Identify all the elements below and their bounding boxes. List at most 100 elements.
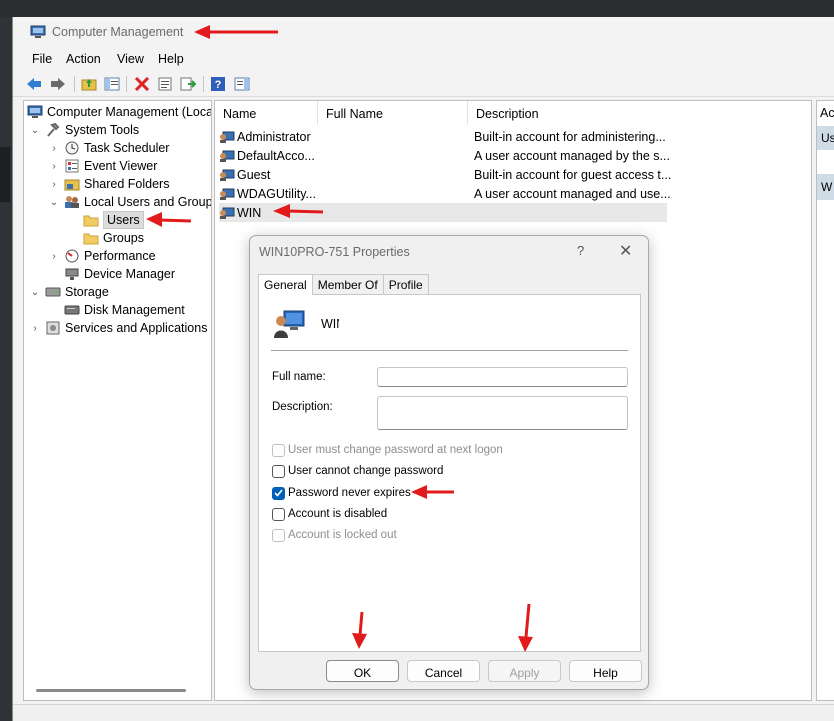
actions-item-win[interactable]: W — [817, 174, 834, 200]
tree-item-task-scheduler[interactable]: › Task Scheduler — [49, 139, 169, 157]
actions-item-users[interactable]: Us — [817, 126, 834, 150]
column-header-name[interactable]: Name — [215, 101, 318, 125]
list-row-wdagutility[interactable]: WDAGUtility... A user account managed an… — [219, 184, 671, 203]
general-tab-panel: WIN Full name: Description: User must ch… — [258, 294, 641, 652]
chevron-down-icon[interactable]: ⌄ — [30, 125, 40, 136]
tree-item-services-and-applications[interactable]: › Services and Applications — [30, 319, 207, 337]
tree-item-device-manager[interactable]: Device Manager — [49, 265, 175, 283]
checkbox-box[interactable] — [272, 528, 285, 542]
tree-item-groups[interactable]: Groups — [68, 229, 144, 247]
tools-icon — [47, 123, 60, 137]
help-icon[interactable]: ? — [209, 75, 227, 93]
description-label: Description: — [272, 401, 333, 413]
tree-item-label: Shared Folders — [84, 177, 170, 191]
checkbox-account-locked-out[interactable]: Account is locked out — [272, 527, 397, 543]
description-field[interactable] — [377, 396, 628, 430]
tree-item-storage[interactable]: ⌄ Storage — [30, 283, 109, 301]
checkbox-box[interactable] — [272, 464, 285, 478]
tree-item-label: Disk Management — [84, 303, 185, 317]
storage-icon — [45, 287, 61, 297]
tree-item-system-tools[interactable]: ⌄ System Tools — [30, 121, 139, 139]
tree-horizontal-scrollbar[interactable] — [36, 689, 186, 692]
export-list-icon[interactable] — [179, 75, 197, 93]
tree-item-shared-folders[interactable]: › Shared Folders — [49, 175, 169, 193]
user-name-cell: WIN — [237, 205, 262, 220]
actions-header: Ac — [820, 106, 834, 120]
chevron-right-icon[interactable]: › — [49, 179, 59, 190]
console-tree[interactable]: Computer Management (Local ⌄ System Tool… — [23, 100, 212, 701]
chevron-right-icon[interactable]: › — [49, 143, 59, 154]
menu-action[interactable]: Action — [66, 52, 101, 66]
checkbox-cannot-change-password[interactable]: User cannot change password — [272, 463, 443, 479]
folder-icon — [83, 233, 99, 245]
user-properties-dialog: WIN10PRO-751 Properties ? ✕ General Memb… — [249, 235, 649, 690]
status-bar — [13, 704, 834, 721]
help-button[interactable]: Help — [569, 660, 642, 682]
chevron-down-icon[interactable]: ⌄ — [30, 287, 40, 298]
user-description-cell: Built-in account for administering... — [474, 129, 666, 144]
delete-icon[interactable] — [133, 75, 151, 93]
toolbar: ? — [13, 71, 834, 97]
menu-file[interactable]: File — [32, 52, 52, 66]
user-account-icon — [220, 150, 235, 162]
services-icon — [46, 321, 60, 335]
tree-item-label: Performance — [84, 249, 156, 263]
event-viewer-icon — [65, 159, 79, 173]
apply-button[interactable]: Apply — [488, 660, 561, 682]
shared-folder-icon — [64, 179, 80, 191]
tree-item-users[interactable]: Users — [68, 211, 144, 229]
properties-icon[interactable] — [156, 75, 174, 93]
show-hide-tree-icon[interactable] — [103, 75, 121, 93]
back-arrow-icon[interactable] — [25, 75, 43, 93]
tree-item-event-viewer[interactable]: › Event Viewer — [49, 157, 157, 175]
tab-member-of[interactable]: Member Of — [311, 274, 384, 294]
cancel-button[interactable]: Cancel — [407, 660, 480, 682]
chevron-right-icon[interactable]: › — [30, 323, 40, 334]
ok-button[interactable]: OK — [326, 660, 399, 682]
tree-item-computer-management[interactable]: Computer Management (Local — [26, 103, 211, 121]
list-row-administrator[interactable]: Administrator Built-in account for admin… — [219, 127, 667, 146]
tab-profile[interactable]: Profile — [382, 274, 429, 294]
checkbox-box[interactable] — [272, 486, 285, 500]
help-question-icon[interactable]: ? — [577, 243, 584, 258]
list-row-guest[interactable]: Guest Built-in account for guest access … — [219, 165, 671, 184]
chevron-down-icon[interactable]: ⌄ — [49, 197, 59, 208]
divider — [271, 350, 628, 351]
actions-pane: Ac Us W — [816, 100, 834, 701]
close-icon[interactable]: ✕ — [619, 241, 632, 261]
checkbox-account-disabled[interactable]: Account is disabled — [272, 506, 387, 522]
up-folder-icon[interactable] — [80, 75, 98, 93]
user-account-icon — [220, 169, 235, 181]
computer-management-app-icon — [30, 25, 46, 38]
user-description-cell: Built-in account for guest access t... — [474, 167, 672, 182]
user-description-cell: A user account managed and use... — [474, 186, 671, 201]
column-header-description[interactable]: Description — [468, 101, 668, 125]
full-name-field[interactable] — [377, 367, 628, 387]
show-hide-action-pane-icon[interactable] — [233, 75, 251, 93]
menu-view[interactable]: View — [117, 52, 144, 66]
tree-item-disk-management[interactable]: Disk Management — [49, 301, 185, 319]
checkbox-label: Password never expires — [288, 487, 411, 499]
tree-item-performance[interactable]: › Performance — [49, 247, 156, 265]
user-account-icon — [220, 131, 235, 143]
list-row-defaultaccount[interactable]: DefaultAcco... A user account managed by… — [219, 146, 670, 165]
chevron-right-icon[interactable]: › — [49, 161, 59, 172]
window-title: Computer Management — [52, 25, 184, 39]
column-header-full-name[interactable]: Full Name — [318, 101, 468, 125]
chevron-right-icon[interactable]: › — [49, 251, 59, 262]
tree-item-local-users-and-groups[interactable]: ⌄ Local Users and Groups — [49, 193, 211, 211]
redacted-username-mask — [339, 311, 402, 333]
checkbox-label: Account is locked out — [288, 529, 397, 541]
checkbox-box[interactable] — [272, 507, 285, 521]
tree-item-label: Storage — [65, 285, 109, 299]
menu-help[interactable]: Help — [158, 52, 184, 66]
checkbox-password-never-expires[interactable]: Password never expires — [272, 485, 411, 501]
checkbox-box[interactable] — [272, 443, 285, 457]
checkbox-must-change-password[interactable]: User must change password at next logon — [272, 442, 503, 458]
list-row-win-user[interactable]: WIN — [219, 203, 667, 222]
title-bar[interactable]: Computer Management — [13, 17, 834, 47]
tab-general[interactable]: General — [258, 274, 313, 295]
forward-arrow-icon[interactable] — [49, 75, 67, 93]
user-account-large-icon — [274, 310, 305, 338]
svg-text:?: ? — [215, 79, 222, 91]
